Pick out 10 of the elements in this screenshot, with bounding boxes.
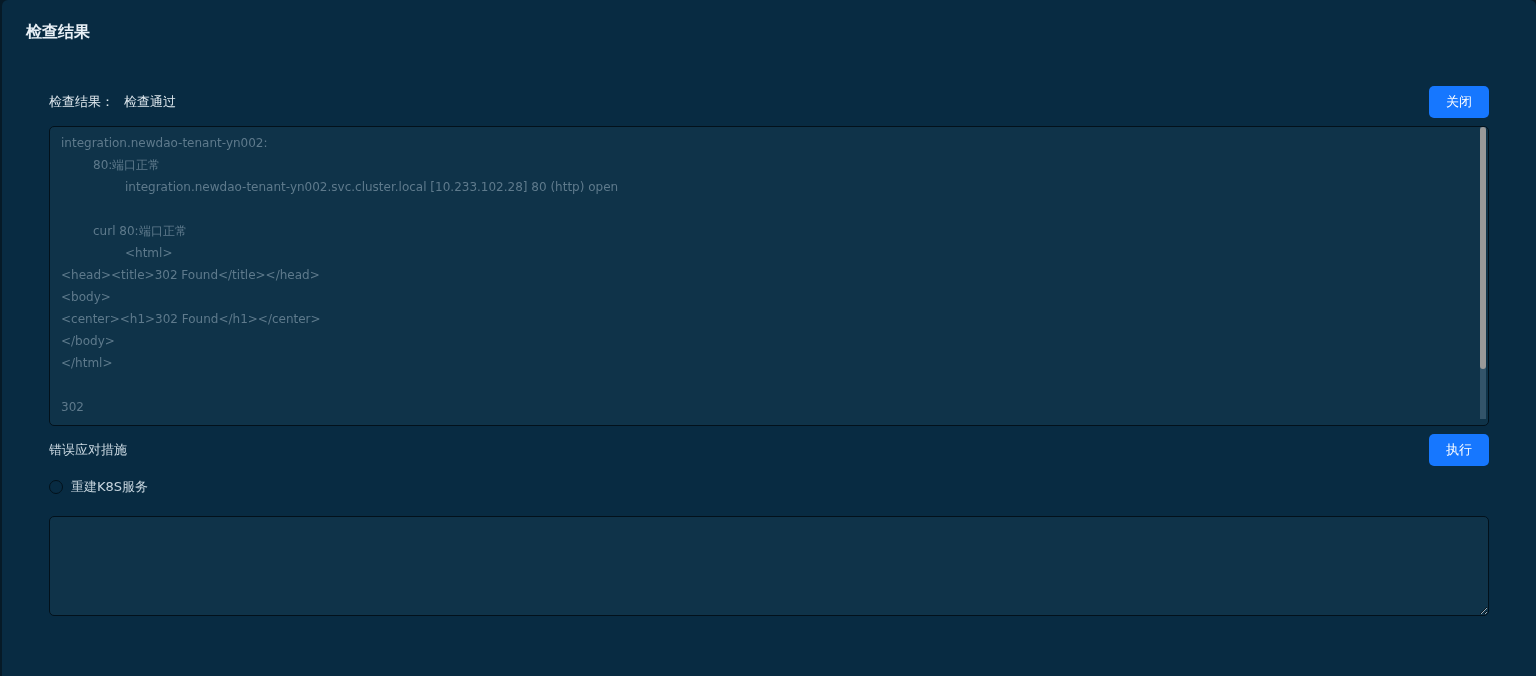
remedy-label: 错误应对措施 [49, 441, 127, 459]
notes-field[interactable] [49, 516, 1489, 616]
option-label[interactable]: 重建K8S服务 [71, 478, 149, 496]
result-label: 检查结果： [49, 93, 114, 111]
scrollbar[interactable] [1480, 127, 1486, 419]
panel-title: 检查结果 [26, 22, 91, 43]
result-value: 检查通过 [124, 93, 176, 111]
log-output-field[interactable]: integration.newdao-tenant-yn002: 80:端口正常 integration.newdao-tenant-yn002.svc.cluster.local [10.233.102.28] 80 (http) open curl 80:端口正常 <html> <head><title>302 Found</title></head> <body> <center><h1>302 Found</h1></center> </body> </html> 302 [49, 126, 1489, 426]
execute-button[interactable]: 执行 [1429, 434, 1489, 466]
close-button[interactable]: 关闭 [1429, 86, 1489, 118]
